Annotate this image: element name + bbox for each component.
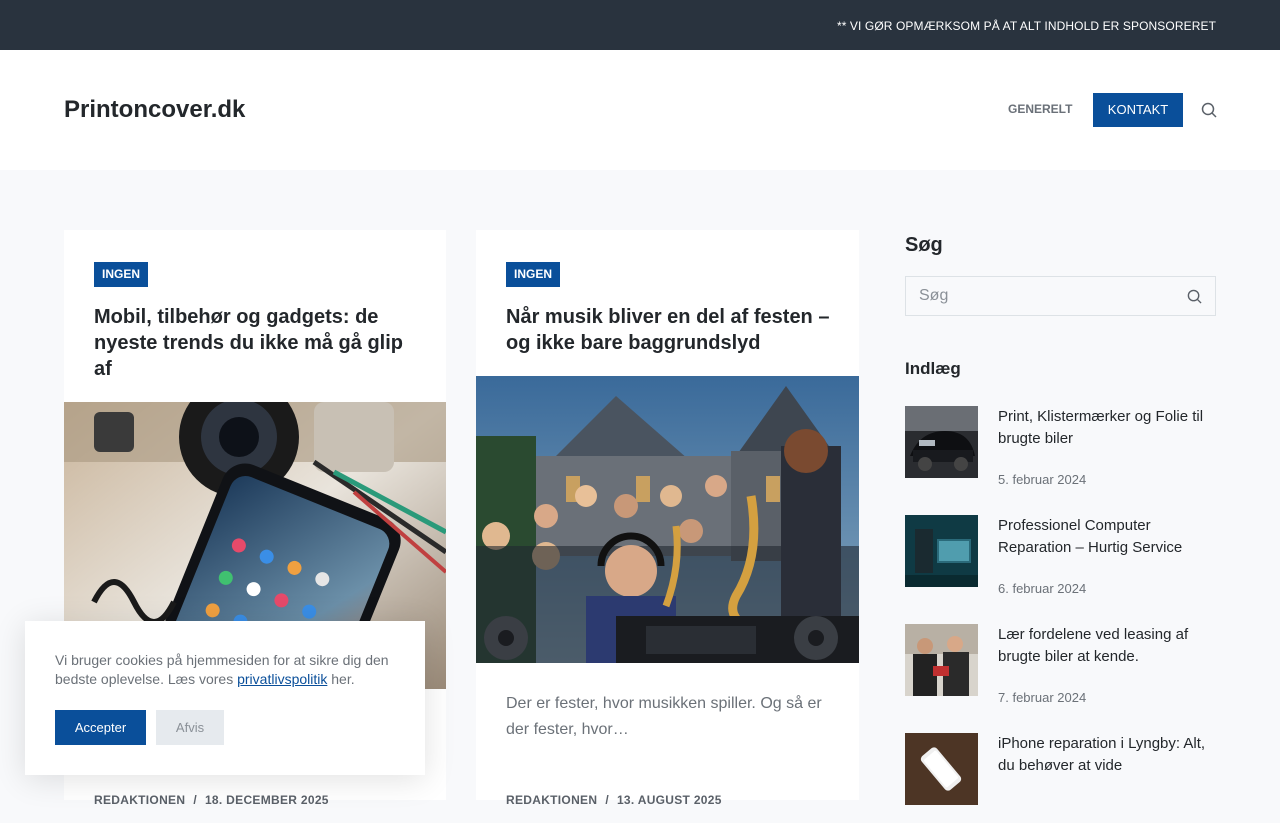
post-excerpt: Der er fester, hvor musikken spiller. Og… — [506, 695, 822, 738]
post-thumbnail-car[interactable] — [905, 406, 978, 478]
recent-post-title[interactable]: iPhone reparation i Lyngby: Alt, du behø… — [998, 733, 1216, 777]
search-icon[interactable] — [1187, 289, 1202, 304]
decline-cookies-button[interactable]: Afvis — [156, 710, 224, 745]
recent-post-date: 5. februar 2024 — [998, 472, 1087, 487]
search-widget-heading: Søg — [905, 234, 943, 256]
recent-post-title[interactable]: Print, Klistermærker og Folie til brugte… — [998, 406, 1216, 450]
post-thumbnail-iphone[interactable] — [905, 733, 978, 805]
post-thumbnail-computer[interactable] — [905, 515, 978, 587]
site-header: Printoncover.dk GENERELT KONTAKT — [0, 50, 1280, 170]
post-date: 18. DECEMBER 2025 — [204, 793, 329, 807]
privacy-policy-link[interactable]: privatlivspolitik — [237, 671, 327, 687]
cookie-message: Vi bruger cookies på hjemmesiden for at … — [55, 652, 389, 687]
recent-post-title[interactable]: Lær fordelene ved leasing af brugte bile… — [998, 624, 1216, 668]
post-title[interactable]: Mobil, tilbehør og gadgets: de nyeste tr… — [94, 304, 424, 382]
nav-item-kontakt[interactable]: KONTAKT — [1093, 93, 1183, 127]
cookie-consent-banner: Vi bruger cookies på hjemmesiden for at … — [25, 621, 425, 775]
post-thumbnail-leasing[interactable] — [905, 624, 978, 696]
search-icon[interactable] — [1201, 102, 1217, 118]
top-notice-bar: ** VI GØR OPMÆRKSOM PÅ AT ALT INDHOLD ER… — [0, 0, 1280, 50]
post-card: INGEN Når musik bliver en del af festen … — [476, 230, 859, 807]
site-logo[interactable]: Printoncover.dk — [64, 96, 245, 124]
category-badge[interactable]: INGEN — [94, 262, 149, 287]
post-meta: REDAKTIONEN/13. AUGUST 2025 — [506, 793, 722, 807]
accept-cookies-button[interactable]: Accepter — [55, 710, 146, 745]
search-form — [905, 276, 1216, 316]
sponsored-notice: ** VI GØR OPMÆRKSOM PÅ AT ALT INDHOLD ER… — [836, 19, 1216, 33]
nav-item-generelt[interactable]: GENERELT — [1008, 102, 1072, 116]
search-input[interactable] — [906, 277, 1179, 315]
category-badge[interactable]: INGEN — [506, 262, 561, 287]
post-author[interactable]: REDAKTIONEN — [506, 793, 597, 807]
post-date: 13. AUGUST 2025 — [616, 793, 722, 807]
recent-post-date: 6. februar 2024 — [998, 581, 1087, 596]
recent-post-item[interactable]: iPhone reparation i Lyngby: Alt, du behø… — [905, 733, 1216, 823]
post-author[interactable]: REDAKTIONEN — [94, 793, 185, 807]
recent-post-item[interactable]: Lær fordelene ved leasing af brugte bile… — [905, 624, 1216, 714]
post-title[interactable]: Når musik bliver en del af festen – og i… — [506, 304, 836, 356]
post-image-party-music[interactable] — [476, 376, 859, 663]
recent-post-item[interactable]: Print, Klistermærker og Folie til brugte… — [905, 406, 1216, 496]
post-meta: REDAKTIONEN/18. DECEMBER 2025 — [94, 793, 329, 807]
recent-post-title[interactable]: Professionel Computer Reparation – Hurti… — [998, 515, 1216, 559]
recent-post-item[interactable]: Professionel Computer Reparation – Hurti… — [905, 515, 1216, 605]
recent-post-date: 7. februar 2024 — [998, 690, 1087, 705]
recent-posts-heading: Indlæg — [905, 359, 961, 378]
